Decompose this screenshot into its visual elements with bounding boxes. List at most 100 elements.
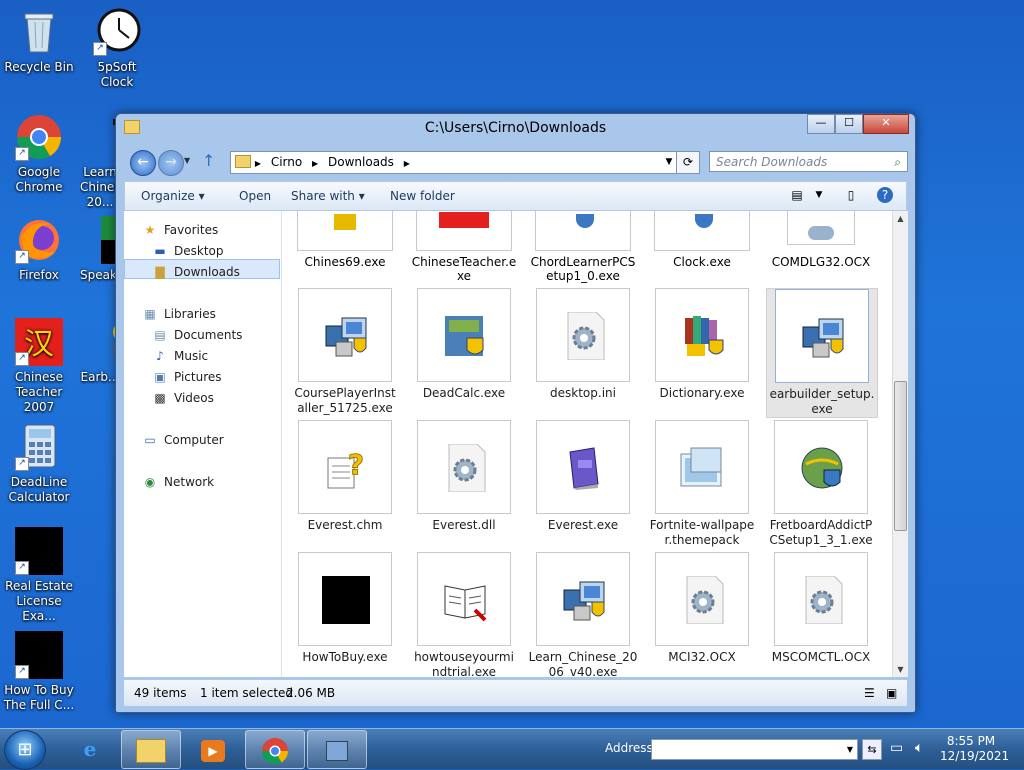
scroll-down-arrow[interactable]: ▼ [893, 662, 908, 677]
view-options-icon[interactable]: ▤ [787, 186, 807, 204]
file-item[interactable]: earbuilder_setup. exe [766, 288, 878, 418]
file-thumbnail [536, 552, 630, 646]
file-item[interactable]: Dictionary.exe [647, 288, 757, 401]
file-item[interactable]: HowToBuy.exe [290, 552, 400, 665]
taskbar-explorer-button[interactable] [121, 730, 181, 769]
file-thumbnail [655, 420, 749, 514]
file-item-partial[interactable]: Chines69.exe [290, 211, 400, 269]
navigation-pane: ★ Favorites ▬ Desktop ▇ Downloads ▦ Librarie… [124, 211, 282, 677]
recent-pages-dropdown[interactable]: ▼ [184, 156, 190, 165]
calculator-icon: ↗ [15, 423, 63, 471]
file-thumbnail [655, 288, 749, 382]
nav-favorites[interactable]: ★ Favorites [142, 223, 219, 237]
close-button[interactable]: ✕ [863, 114, 909, 134]
up-arrow-icon[interactable]: ↑ [202, 151, 215, 170]
back-button[interactable]: ← [130, 150, 156, 176]
file-name: ChordLearnerPCS etup1_0.exe [530, 255, 636, 283]
minimize-button[interactable]: — [807, 114, 835, 134]
file-name: Learn_Chinese_20 06_v40.exe [528, 650, 638, 677]
file-item[interactable]: Everest.exe [528, 420, 638, 533]
search-input[interactable]: Search Downloads ⌕ [709, 151, 908, 172]
address-dropdown-button[interactable]: ▼ [661, 152, 677, 173]
network-tray-icon[interactable]: ▭ [890, 740, 903, 756]
taskbar-media-player-button[interactable]: ▶ [183, 730, 243, 769]
large-icons-view-icon[interactable]: ▣ [886, 680, 897, 706]
nav-desktop[interactable]: ▬ Desktop [152, 244, 223, 258]
desktop-icon-earb[interactable]: Earb... [80, 318, 120, 385]
books-installer-icon [679, 312, 727, 360]
breadcrumb-cirno[interactable]: Cirno [265, 155, 308, 169]
scroll-thumb[interactable] [894, 381, 907, 531]
file-item-partial[interactable]: ChineseTeacher.e xe [409, 211, 519, 283]
open-button[interactable]: Open [239, 189, 271, 203]
nav-libraries[interactable]: ▦ Libraries [142, 307, 216, 321]
desktop-icon-real-estate[interactable]: ↗ Real Estate License Exa... [2, 527, 76, 624]
help-icon[interactable]: ? [877, 187, 893, 203]
desktop-icon-google-chrome[interactable]: ↗ Google Chrome [2, 113, 76, 195]
new-folder-button[interactable]: New folder [390, 189, 455, 203]
start-button[interactable]: ⊞ [4, 730, 46, 770]
nav-pictures[interactable]: ▣ Pictures [152, 370, 221, 384]
nav-documents[interactable]: ▤ Documents [152, 328, 242, 342]
file-item[interactable]: ? Everest.chm [290, 420, 400, 533]
file-item[interactable]: Fortnite-wallpape r.themepack [647, 420, 757, 548]
taskbar-address-input[interactable]: ▼ [651, 739, 858, 760]
nav-downloads[interactable]: ▇ Downloads [152, 265, 240, 279]
file-item[interactable]: CoursePlayerInst aller_51725.exe [290, 288, 400, 416]
file-item[interactable]: Learn_Chinese_20 06_v40.exe [528, 552, 638, 677]
file-view[interactable]: Chines69.exe ChineseTeacher.e xe ChordLe… [282, 211, 892, 677]
clock[interactable]: 8:55 PM 12/19/2021 [940, 734, 1009, 764]
documents-icon: ▤ [154, 328, 166, 342]
address-dropdown-button[interactable]: ▼ [843, 740, 857, 759]
file-thumbnail [536, 420, 630, 514]
desktop-icon-deadline-calculator[interactable]: ↗ DeadLine Calculator [2, 423, 76, 505]
desktop-icon-5psoft-clock[interactable]: ↗ 5pSoft Clock [80, 8, 154, 90]
gear-file-icon [441, 443, 489, 493]
nav-music[interactable]: ♪ Music [152, 349, 208, 363]
file-name: Everest.dll [432, 518, 496, 532]
music-icon: ♪ [156, 349, 164, 363]
file-item[interactable]: DeadCalc.exe [409, 288, 519, 401]
file-item[interactable]: Everest.dll [409, 420, 519, 533]
desktop-icon-firefox[interactable]: ↗ Firefox [2, 216, 76, 283]
desktop-icon-speak[interactable]: Speak... [80, 216, 120, 283]
nav-computer[interactable]: ▭ Computer [142, 433, 223, 447]
desktop-icon-learn-chinese[interactable]: Learn Chinese 20... [80, 113, 120, 210]
nav-videos[interactable]: ▩ Videos [152, 391, 214, 405]
share-with-button[interactable]: Share with ▾ [291, 189, 365, 203]
taskbar-chrome-button[interactable] [245, 730, 305, 769]
file-thumbnail [774, 420, 868, 514]
forward-button[interactable]: → [158, 150, 184, 176]
taskbar-ie-button[interactable]: e [60, 730, 120, 769]
file-item[interactable]: desktop.ini [528, 288, 638, 401]
desktop-icon-how-to-buy[interactable]: ↗ How To Buy The Full C... [2, 631, 76, 713]
refresh-button[interactable]: ⟳ [676, 151, 700, 174]
breadcrumb-downloads[interactable]: Downloads [322, 155, 400, 169]
nav-network[interactable]: ◉ Network [142, 475, 214, 489]
go-button[interactable]: ⇆ [862, 739, 882, 760]
desktop-icon-recycle-bin[interactable]: Recycle Bin [2, 8, 76, 75]
taskbar-installer-button[interactable] [307, 730, 367, 769]
explorer-window[interactable]: C:\Users\Cirno\Downloads — ☐ ✕ ← → ▼ ↑ ▶… [115, 113, 916, 713]
file-name: HowToBuy.exe [302, 650, 388, 664]
installer-icon [297, 211, 393, 251]
file-item-partial[interactable]: COMDLG32.OCX [766, 211, 876, 269]
organize-button[interactable]: Organize ▾ [141, 189, 205, 203]
preview-pane-icon[interactable]: ▯ [841, 186, 861, 204]
maximize-button[interactable]: ☐ [835, 114, 863, 134]
title-bar[interactable]: C:\Users\Cirno\Downloads — ☐ ✕ [116, 114, 915, 142]
vertical-scrollbar[interactable]: ▲ ▼ [892, 211, 908, 677]
shortcut-arrow-icon: ↗ [15, 561, 29, 575]
details-view-icon[interactable]: ☰ [864, 680, 875, 706]
scroll-up-arrow[interactable]: ▲ [893, 211, 908, 226]
desktop-icon-chinese-teacher[interactable]: 汉 ↗ Chinese Teacher 2007 [2, 318, 76, 415]
view-dropdown-icon[interactable]: ▼ [809, 186, 829, 204]
file-item-partial[interactable]: ChordLearnerPCS etup1_0.exe [528, 211, 638, 283]
file-item[interactable]: FretboardAddictP CSetup1_3_1.exe [766, 420, 876, 548]
volume-tray-icon[interactable]: 🔈︎ [915, 740, 923, 756]
file-item[interactable]: MSCOMCTL.OCX [766, 552, 876, 665]
address-bar[interactable]: ▶ Cirno ▶ Downloads ▶ ▼ [230, 151, 678, 174]
file-item-partial[interactable]: Clock.exe [647, 211, 757, 269]
file-item[interactable]: howtouseyourmi ndtrial.exe [409, 552, 519, 677]
file-item[interactable]: MCI32.OCX [647, 552, 757, 665]
